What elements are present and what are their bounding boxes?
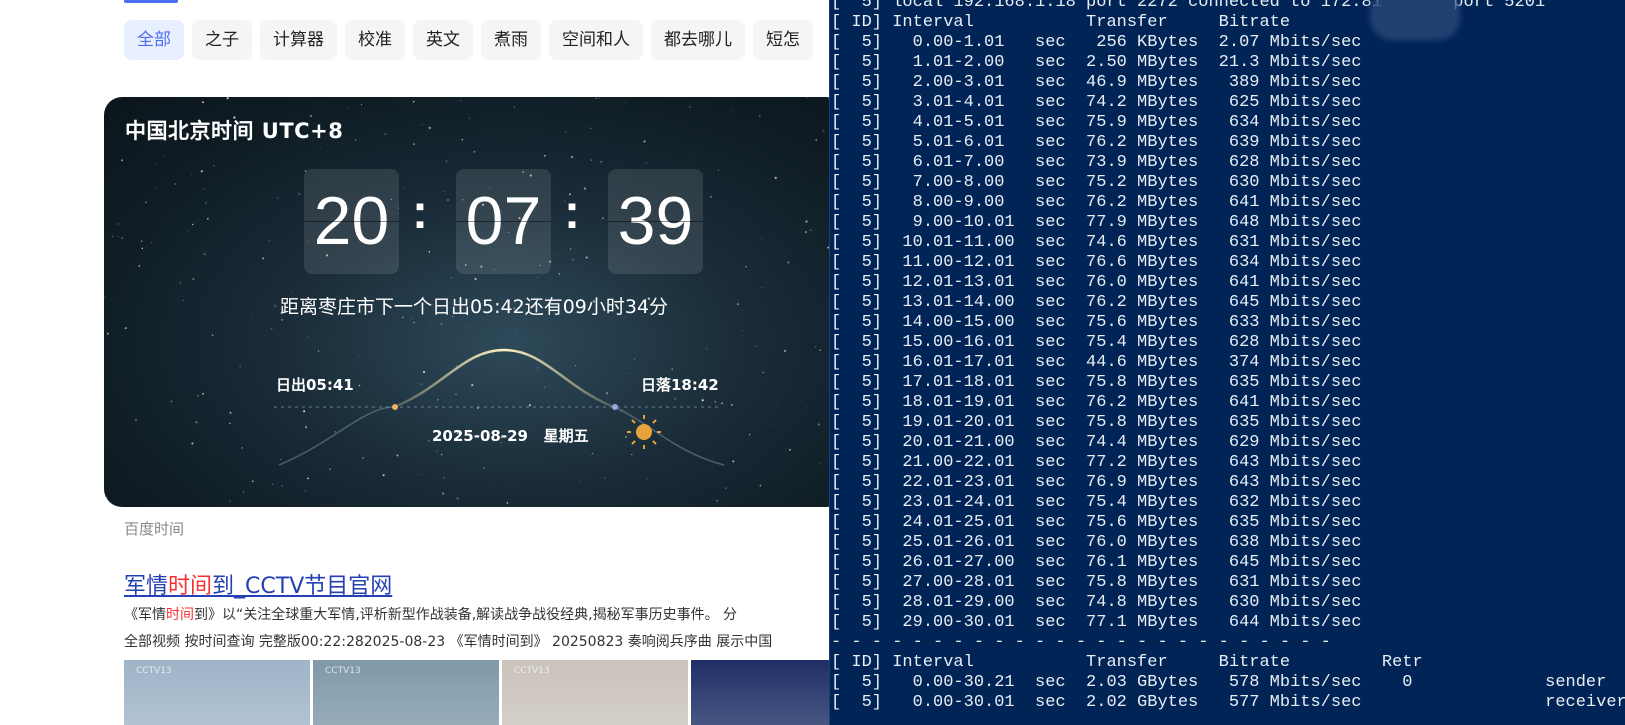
terminal-window[interactable]: [ 5] local 192.168.1.18 port 2272 connec… <box>829 0 1625 725</box>
terminal-line: [ 5] 1.01-2.00 sec 2.50 MBytes 21.3 Mbit… <box>831 53 1362 72</box>
terminal-output: [ 5] local 192.168.1.18 port 2272 connec… <box>830 0 1625 713</box>
terminal-line: [ 5] 27.00-28.01 sec 75.8 MBytes 631 Mbi… <box>831 573 1362 592</box>
terminal-line: [ 5] 20.01-21.00 sec 74.4 MBytes 629 Mbi… <box>831 433 1362 452</box>
terminal-line: [ 5] 7.00-8.00 sec 75.2 MBytes 630 Mbits… <box>831 173 1362 192</box>
terminal-line: [ 5] 24.01-25.01 sec 75.6 MBytes 635 Mbi… <box>831 513 1362 532</box>
terminal-line: [ 5] 9.00-10.01 sec 77.9 MBytes 648 Mbit… <box>831 213 1362 232</box>
terminal-line: [ 5] 10.01-11.00 sec 74.6 MBytes 631 Mbi… <box>831 233 1362 252</box>
search-tab[interactable]: 都去哪儿 <box>651 20 745 60</box>
video-thumbnails: CCTV13 CCTV13 CCTV13 <box>124 660 829 725</box>
terminal-line: [ 5] 28.01-29.00 sec 74.8 MBytes 630 Mbi… <box>831 593 1362 612</box>
search-tab[interactable]: 煮雨 <box>481 20 541 60</box>
active-tab-indicator <box>124 0 178 3</box>
video-thumbnail[interactable] <box>691 660 829 725</box>
result-title-link[interactable]: 军情时间到_CCTV节目官网 <box>124 568 392 600</box>
search-tab[interactable]: 全部 <box>124 20 184 60</box>
terminal-line: [ 5] 26.01-27.00 sec 76.1 MBytes 645 Mbi… <box>831 553 1362 572</box>
terminal-line: [ 5] 23.01-24.01 sec 75.4 MBytes 632 Mbi… <box>831 493 1362 512</box>
keyword-highlight: 时间 <box>166 607 194 623</box>
terminal-line: [ 5] 13.01-14.00 sec 76.2 MBytes 645 Mbi… <box>831 293 1362 312</box>
terminal-line: [ 5] 0.00-1.01 sec 256 KBytes 2.07 Mbits… <box>831 33 1362 52</box>
text-segment: 到_CCTV节目官网 <box>212 574 393 599</box>
date-label: 2025-08-29 星期五 <box>432 427 589 445</box>
sunrise-label: 日出05:41 <box>276 376 354 394</box>
video-thumbnail[interactable]: CCTV13 <box>502 660 688 725</box>
terminal-line: [ ID] Interval Transfer Bitrate Retr <box>831 653 1423 672</box>
terminal-line: [ 5] 21.00-22.01 sec 77.2 MBytes 643 Mbi… <box>831 453 1362 472</box>
terminal-line: [ 5] 0.00-30.21 sec 2.03 GBytes 578 Mbit… <box>831 673 1607 692</box>
terminal-line: [ 5] 2.00-3.01 sec 46.9 MBytes 389 Mbits… <box>831 73 1362 92</box>
terminal-line: [ 5] 0.00-30.01 sec 2.02 GBytes 577 Mbit… <box>831 693 1625 712</box>
terminal-line: [ 5] 17.01-18.01 sec 75.8 MBytes 635 Mbi… <box>831 373 1362 392</box>
sunset-label: 日落18:42 <box>641 376 719 394</box>
beijing-time-card: 中国北京时间 UTC+8 20 : 07 : 39 距离枣庄市下一个日出05:4… <box>104 97 829 507</box>
search-tab[interactable]: 短怎 <box>753 20 813 60</box>
terminal-line: [ 5] 3.01-4.01 sec 74.2 MBytes 625 Mbits… <box>831 93 1362 112</box>
redaction-blur <box>1370 0 1460 40</box>
terminal-line: [ 5] local 192.168.1.18 port 2272 connec… <box>831 0 1546 12</box>
channel-logo: CCTV13 <box>136 666 172 676</box>
video-thumbnail[interactable]: CCTV13 <box>124 660 310 725</box>
browser-page: 全部 之子 计算器 校准 英文 煮雨 空间和人 都去哪儿 短怎 中国北京时间 UTC+8 20 … <box>0 0 829 725</box>
terminal-line: [ 5] 8.00-9.00 sec 76.2 MBytes 641 Mbits… <box>831 193 1362 212</box>
terminal-line: [ 5] 19.01-20.01 sec 75.8 MBytes 635 Mbi… <box>831 413 1362 432</box>
terminal-line: [ 5] 6.01-7.00 sec 73.9 MBytes 628 Mbits… <box>831 153 1362 172</box>
sunset-dot <box>612 404 618 410</box>
terminal-line: [ 5] 5.01-6.01 sec 76.2 MBytes 639 Mbits… <box>831 133 1362 152</box>
search-tab[interactable]: 计算器 <box>260 20 337 60</box>
sunrise-dot <box>392 404 398 410</box>
terminal-line: - - - - - - - - - - - - - - - - - - - - … <box>831 633 1331 652</box>
terminal-line: [ 5] 14.00-15.00 sec 75.6 MBytes 633 Mbi… <box>831 313 1362 332</box>
text-segment: 《军情 <box>124 607 166 623</box>
terminal-line: [ 5] 16.01-17.01 sec 44.6 MBytes 374 Mbi… <box>831 353 1362 372</box>
terminal-line: [ 5] 25.01-26.01 sec 76.0 MBytes 638 Mbi… <box>831 533 1362 552</box>
video-thumbnail[interactable]: CCTV13 <box>313 660 499 725</box>
result-snippet: 《军情时间到》以“关注全球重大军情,评析新型作战装备,解读战争战役经典,揭秘军事… <box>124 604 737 624</box>
terminal-line: [ 5] 22.01-23.01 sec 76.9 MBytes 643 Mbi… <box>831 473 1362 492</box>
text-segment: 军情 <box>124 574 169 599</box>
terminal-line: [ ID] Interval Transfer Bitrate <box>831 13 1291 32</box>
terminal-line: [ 5] 11.00-12.01 sec 76.6 MBytes 634 Mbi… <box>831 253 1362 272</box>
terminal-line: [ 5] 12.01-13.01 sec 76.0 MBytes 641 Mbi… <box>831 273 1362 292</box>
search-tab[interactable]: 空间和人 <box>549 20 643 60</box>
result-snippet-line2: 全部视频 按时间查询 完整版00:22:282025-08-23 《军情时间到》… <box>124 634 773 650</box>
keyword-highlight: 时间 <box>168 574 213 599</box>
search-tab[interactable]: 英文 <box>413 20 473 60</box>
terminal-line: [ 5] 18.01-19.01 sec 76.2 MBytes 641 Mbi… <box>831 393 1362 412</box>
terminal-line: [ 5] 29.00-30.01 sec 77.1 MBytes 644 Mbi… <box>831 613 1362 632</box>
search-tabs: 全部 之子 计算器 校准 英文 煮雨 空间和人 都去哪儿 短怎 <box>124 20 821 60</box>
terminal-line: [ 5] 15.00-16.01 sec 75.4 MBytes 628 Mbi… <box>831 333 1362 352</box>
search-tab[interactable]: 校准 <box>345 20 405 60</box>
channel-logo: CCTV13 <box>514 666 550 676</box>
source-label[interactable]: 百度时间 <box>124 518 184 539</box>
channel-logo: CCTV13 <box>325 666 361 676</box>
search-tab[interactable]: 之子 <box>192 20 252 60</box>
text-segment: 到》以“关注全球重大军情,评析新型作战装备,解读战争战役经典,揭秘军事历史事件。… <box>194 607 738 623</box>
terminal-line: [ 5] 4.01-5.01 sec 75.9 MBytes 634 Mbits… <box>831 113 1362 132</box>
